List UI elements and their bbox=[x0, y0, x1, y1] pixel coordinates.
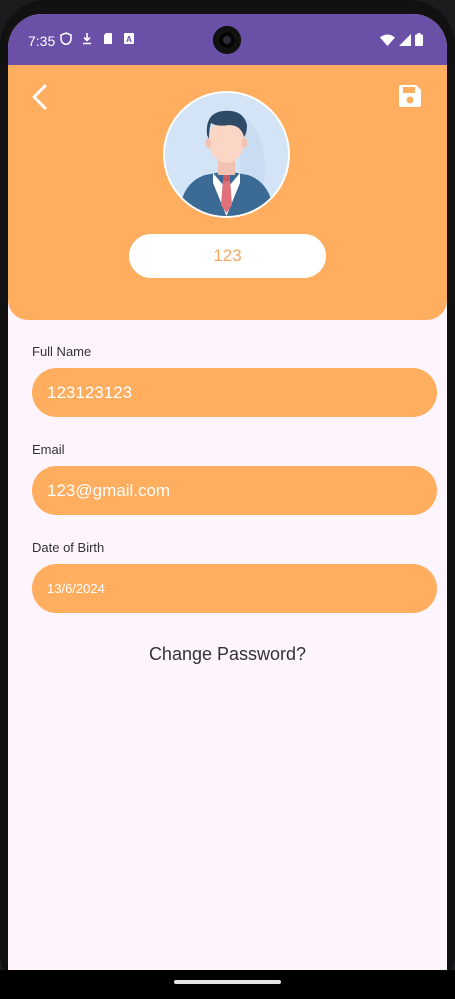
navigation-bar bbox=[0, 970, 455, 999]
camera-cutout bbox=[213, 26, 241, 54]
full-name-group: Full Name bbox=[32, 344, 437, 417]
app-screen: 7:35 A 123 Full Name 123123123 Email 123… bbox=[8, 14, 447, 970]
shield-icon bbox=[60, 32, 72, 45]
email-label: Email bbox=[32, 442, 65, 457]
sd-card-icon bbox=[104, 33, 112, 44]
dob-field[interactable] bbox=[32, 564, 437, 613]
home-gesture-handle[interactable] bbox=[174, 980, 281, 984]
avatar[interactable] bbox=[163, 91, 290, 218]
username-text: 123 bbox=[213, 246, 242, 265]
profile-form: Full Name Email Date of Birth bbox=[32, 344, 437, 638]
download-icon bbox=[83, 33, 91, 45]
businessman-avatar bbox=[165, 93, 288, 216]
full-name-label: Full Name bbox=[32, 344, 92, 359]
signal-icon bbox=[399, 33, 411, 46]
a-icon: A bbox=[124, 33, 134, 44]
status-icons-left: A bbox=[60, 32, 135, 45]
profile-header: 123 bbox=[8, 65, 447, 320]
full-name-field[interactable] bbox=[32, 368, 437, 417]
save-icon bbox=[399, 85, 421, 107]
email-field[interactable] bbox=[32, 466, 437, 515]
username-pill: 123 bbox=[129, 234, 326, 278]
battery-icon bbox=[415, 33, 423, 46]
chevron-left-icon bbox=[32, 84, 47, 110]
dob-label: Date of Birth bbox=[32, 540, 105, 555]
back-button[interactable] bbox=[28, 83, 52, 111]
wifi-icon bbox=[380, 34, 395, 46]
change-password-link[interactable]: Change Password? bbox=[8, 644, 447, 665]
email-group: Email bbox=[32, 442, 437, 515]
status-time: 7:35 bbox=[28, 33, 56, 49]
status-bar: 7:35 A bbox=[8, 14, 447, 65]
status-icons-right bbox=[380, 33, 423, 46]
dob-group: Date of Birth bbox=[32, 540, 437, 613]
svg-text:A: A bbox=[126, 35, 132, 44]
save-button[interactable] bbox=[397, 83, 423, 109]
